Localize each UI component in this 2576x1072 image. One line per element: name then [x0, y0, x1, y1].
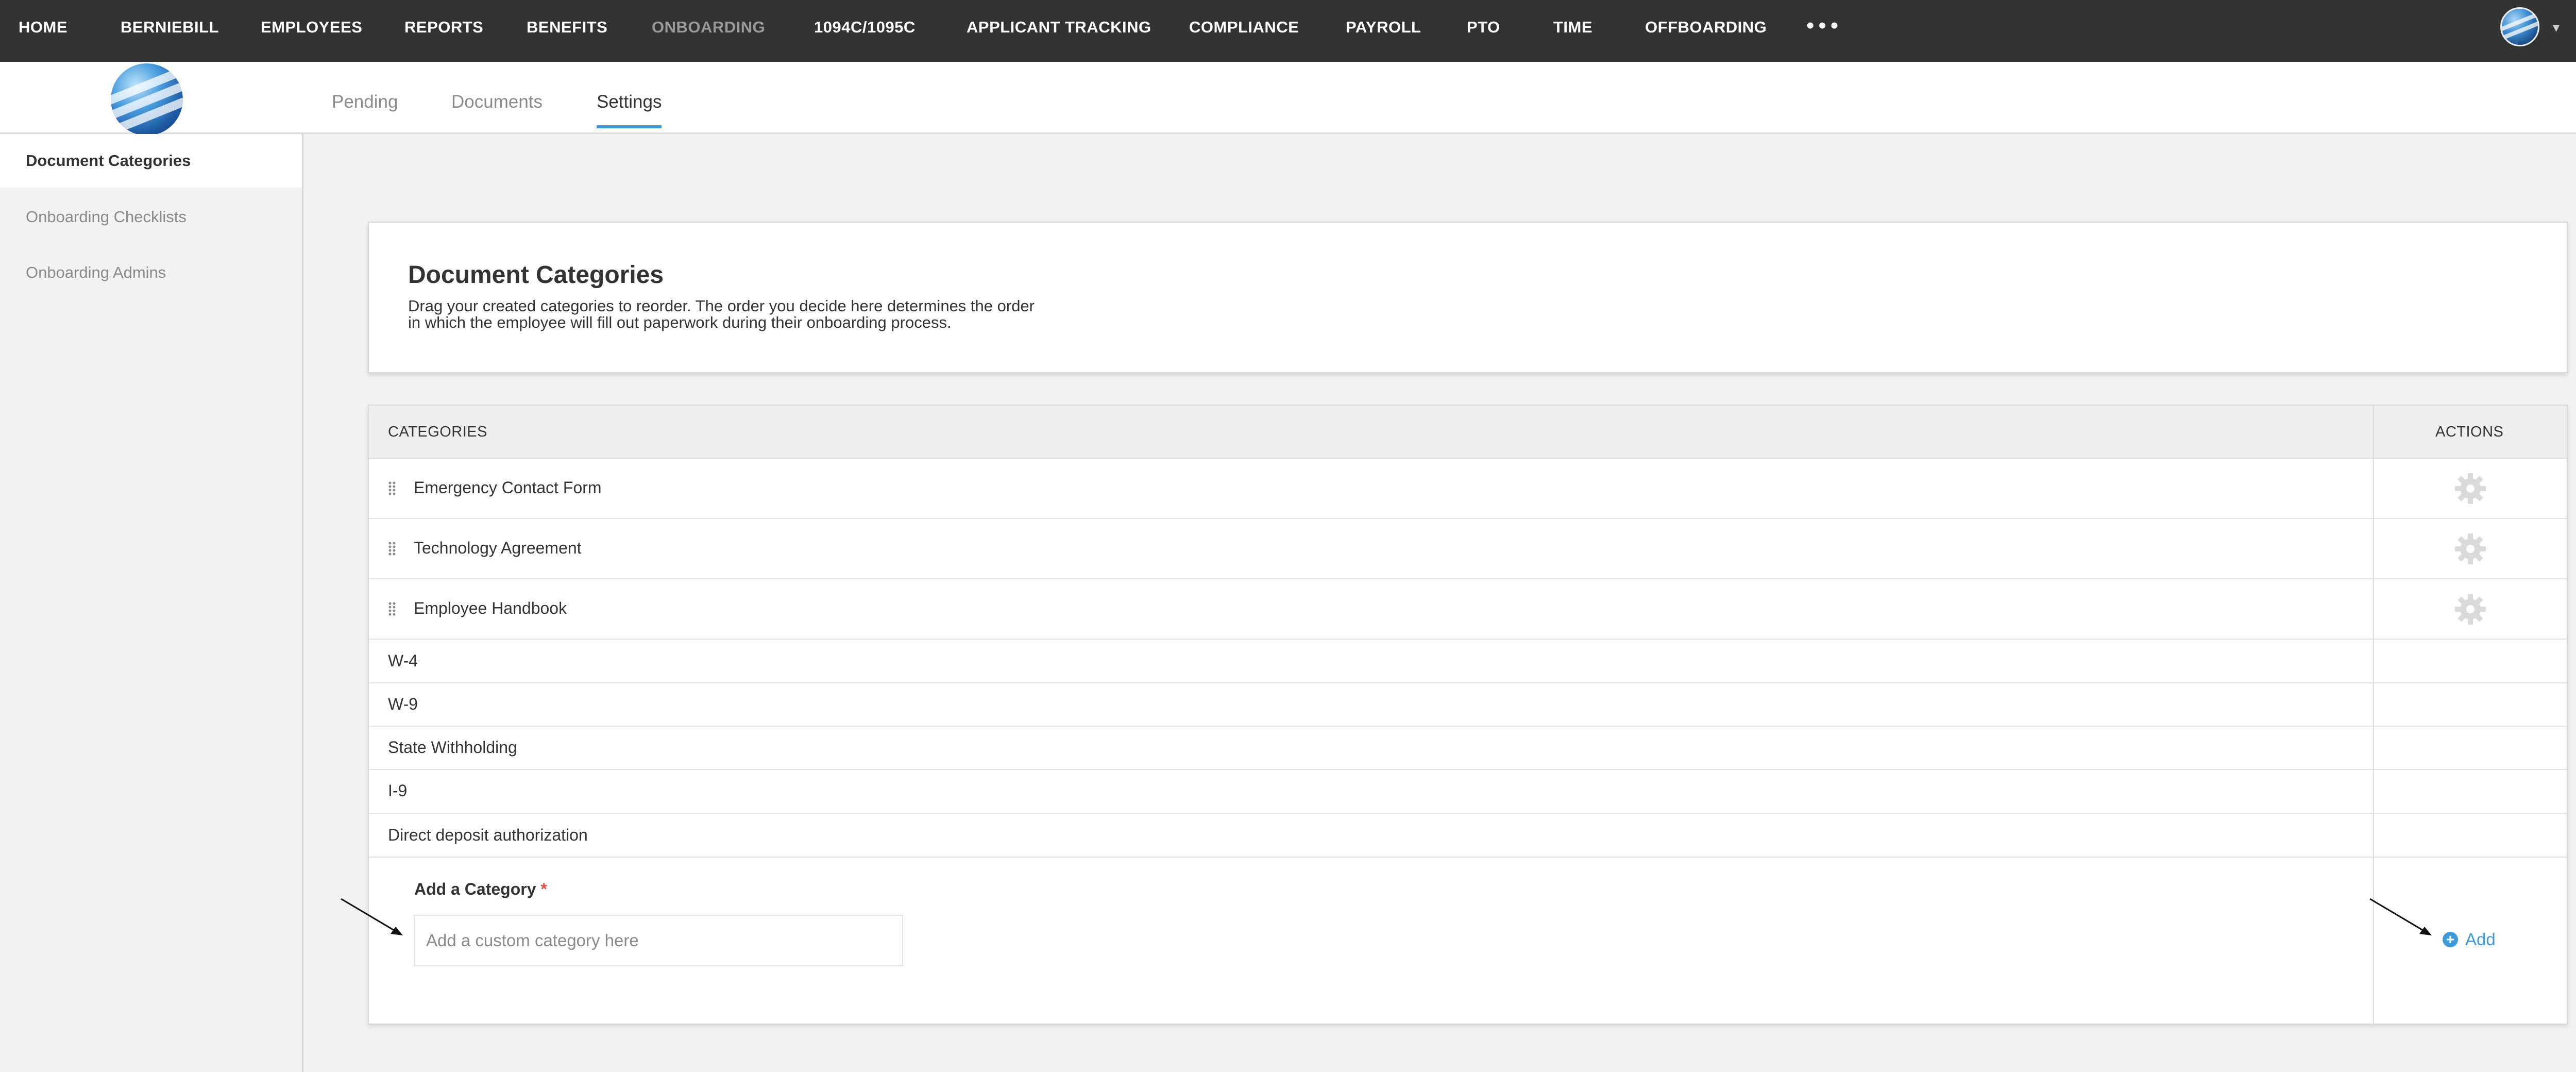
nav-item-home[interactable]: HOME — [19, 0, 67, 55]
row-actions-cell — [2374, 683, 2567, 727]
nav-item-onboarding[interactable]: ONBOARDING — [652, 0, 765, 55]
nav-item-reports[interactable]: REPORTS — [404, 0, 483, 55]
gear-icon[interactable] — [2454, 593, 2487, 626]
category-name: Employee Handbook — [414, 599, 567, 617]
sidebar-item-document-categories[interactable]: Document Categories — [0, 134, 302, 188]
tab-pending[interactable]: Pending — [332, 92, 398, 112]
column-header-actions: ACTIONS — [2435, 424, 2504, 440]
gear-icon[interactable] — [2454, 472, 2487, 505]
category-name: W-9 — [388, 695, 418, 713]
gear-icon[interactable] — [2454, 532, 2487, 565]
category-name: I-9 — [388, 781, 408, 800]
categories-table: CATEGORIES ACTIONS Emergency Contact For… — [368, 405, 2568, 1025]
nav-item-payroll[interactable]: PAYROLL — [1346, 0, 1421, 55]
page-description: Drag your created categories to reorder.… — [408, 297, 1035, 331]
page-title: Document Categories — [408, 261, 664, 289]
nav-item-benefits[interactable]: BENEFITS — [527, 0, 607, 55]
nav-item-pto[interactable]: PTO — [1467, 0, 1500, 55]
nav-item-employees[interactable]: EMPLOYEES — [261, 0, 362, 55]
table-row: W-4 — [369, 640, 2373, 683]
table-row[interactable]: Employee Handbook — [369, 579, 2373, 640]
category-name: Emergency Contact Form — [414, 478, 602, 497]
sub-header: Pending Documents Settings — [0, 62, 2576, 136]
tab-settings[interactable]: Settings — [597, 92, 662, 112]
nav-item-applicant-tracking[interactable]: APPLICANT TRACKING — [967, 0, 1151, 55]
category-name: Technology Agreement — [414, 539, 582, 557]
company-logo — [111, 63, 183, 136]
table-row[interactable]: Emergency Contact Form — [369, 459, 2373, 519]
row-actions-cell — [2374, 640, 2567, 683]
row-actions-cell — [2374, 519, 2567, 579]
nav-item-1094c-1095c[interactable]: 1094C/1095C — [814, 0, 916, 55]
category-name: State Withholding — [388, 738, 517, 757]
active-tab-indicator — [597, 125, 662, 128]
more-menu-icon[interactable]: ••• — [1806, 0, 1842, 55]
drag-handle-icon[interactable] — [388, 481, 396, 496]
annotation-arrow-icon — [2369, 898, 2432, 935]
settings-sidebar: Document Categories Onboarding Checklist… — [0, 134, 303, 1072]
table-header: CATEGORIES ACTIONS — [369, 406, 2567, 459]
tab-documents[interactable]: Documents — [451, 92, 543, 112]
drag-handle-icon[interactable] — [388, 601, 396, 617]
table-row[interactable]: Technology Agreement — [369, 519, 2373, 579]
nav-item-time[interactable]: TIME — [1553, 0, 1592, 55]
user-avatar[interactable] — [2500, 7, 2539, 46]
table-row: State Withholding — [369, 727, 2373, 770]
drag-handle-icon[interactable] — [388, 541, 396, 557]
table-row: Direct deposit authorization — [369, 814, 2373, 858]
sidebar-item-onboarding-admins[interactable]: Onboarding Admins — [0, 246, 302, 299]
add-category-label: Add a Category * — [414, 880, 547, 898]
annotation-arrow-icon — [341, 898, 403, 935]
plus-circle-icon: + — [2443, 932, 2458, 947]
row-actions-cell — [2374, 727, 2567, 770]
column-header-categories: CATEGORIES — [388, 424, 487, 440]
row-actions-cell — [2374, 579, 2567, 640]
nav-item-compliance[interactable]: COMPLIANCE — [1189, 0, 1299, 55]
top-navigation-bar: HOME BERNIEBILL EMPLOYEES REPORTS BENEFI… — [0, 0, 2576, 62]
sidebar-item-onboarding-checklists[interactable]: Onboarding Checklists — [0, 190, 302, 244]
table-row: W-9 — [369, 683, 2373, 727]
row-actions-cell — [2374, 770, 2567, 814]
chevron-down-icon[interactable]: ▾ — [2553, 20, 2560, 36]
category-name: Direct deposit authorization — [388, 826, 588, 844]
document-categories-card: Document Categories Drag your created ca… — [368, 222, 2568, 373]
required-marker: * — [540, 880, 547, 898]
add-category-button[interactable]: + Add — [2443, 929, 2496, 950]
row-actions-cell — [2374, 814, 2567, 858]
nav-item-berniebill[interactable]: BERNIEBILL — [121, 0, 219, 55]
nav-item-offboarding[interactable]: OFFBOARDING — [1645, 0, 1767, 55]
category-name: W-4 — [388, 651, 418, 670]
row-actions-cell — [2374, 459, 2567, 519]
table-row: I-9 — [369, 770, 2373, 814]
add-category-input[interactable] — [414, 915, 903, 966]
